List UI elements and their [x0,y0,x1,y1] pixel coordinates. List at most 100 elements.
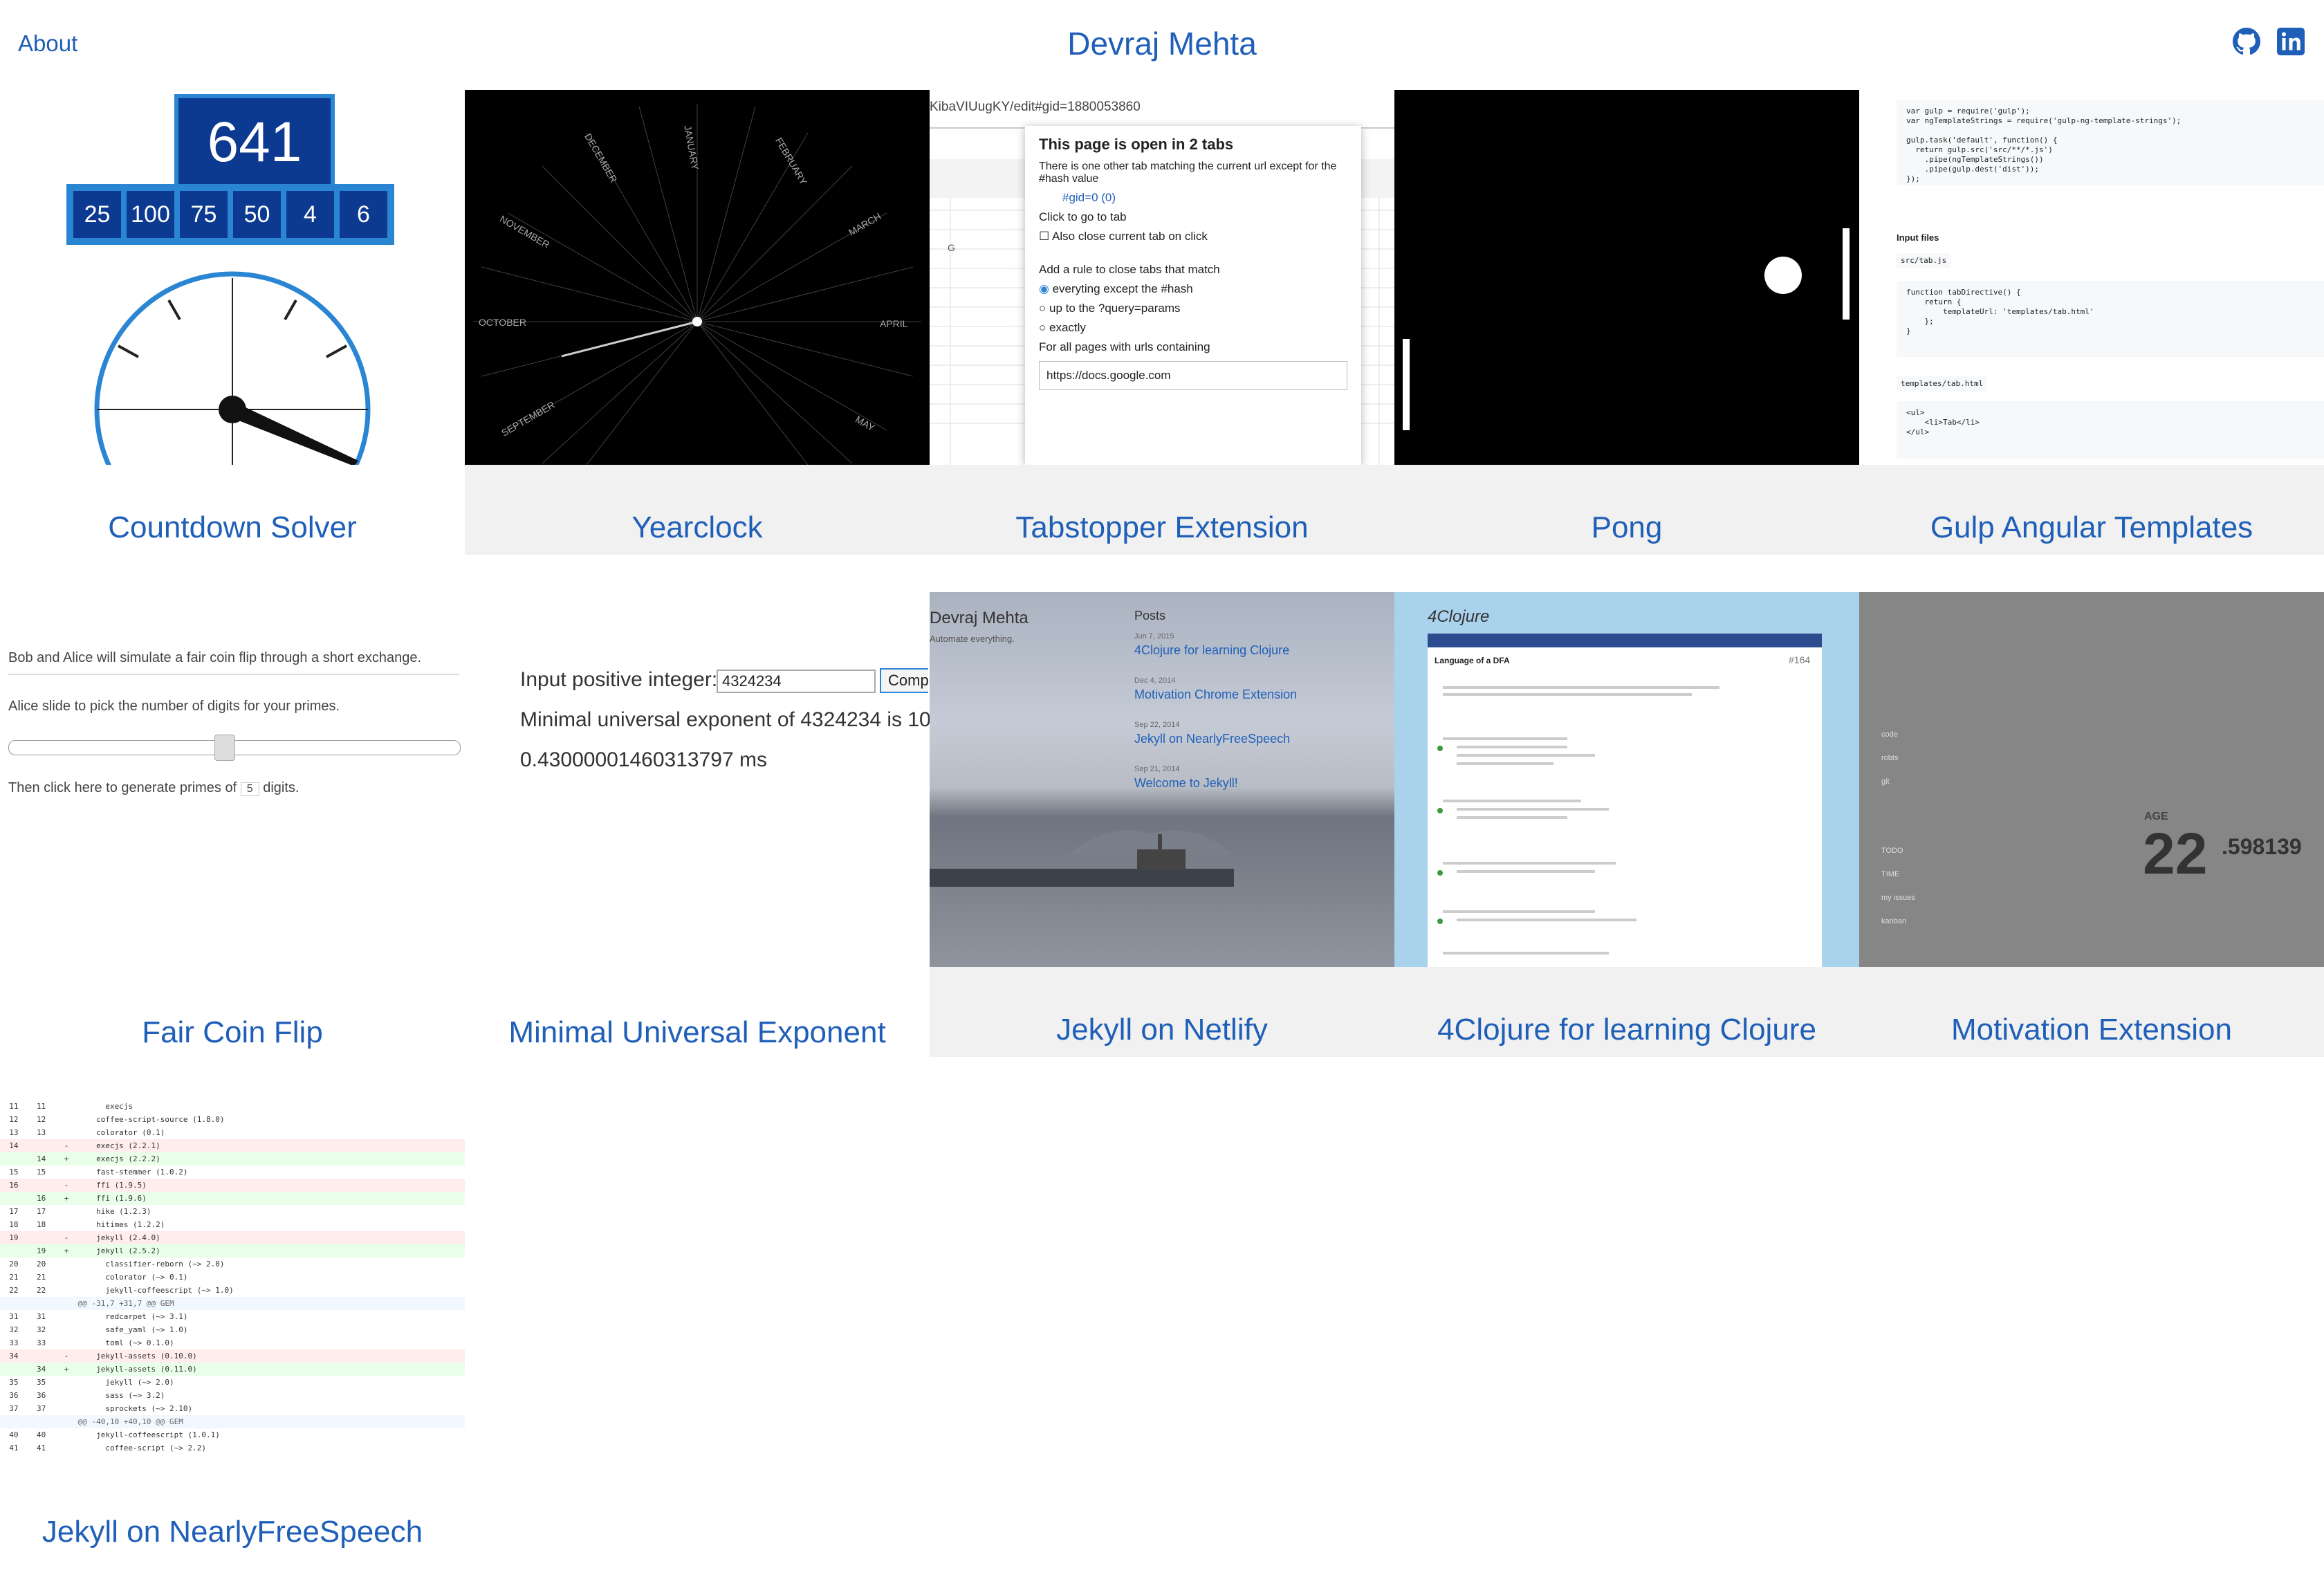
project-jekyll-on-nfs[interactable]: 11 11 execjs 12 12 coffee-script-source … [0,1094,465,1559]
diff-line: 20 20 classifier-reborn (~> 2.0) [0,1257,465,1271]
project-title[interactable]: 4Clojure for learning Clojure [1394,1013,1859,1047]
digits-value[interactable]: 5 [240,782,259,796]
diff-line: 41 41 coffee-script (~> 2.2) [0,1441,465,1455]
project-title[interactable]: Countdown Solver [0,510,465,545]
post-date: Jun 7, 2015 [1134,632,1174,640]
project-title[interactable]: Yearclock [465,510,930,545]
also-close-label: Also close current tab on click [1052,230,1208,243]
also-close-checkbox[interactable]: ☐ Also close current tab on click [1039,230,1347,243]
pong-game-icon [1403,228,1850,430]
clojure-screenshot: 4Clojure Language of a DFA #164 [1394,592,1859,967]
pong-screenshot [1394,90,1859,465]
project-title[interactable]: Jekyll on NearlyFreeSpeech [0,1515,465,1549]
bookmark-item: code [1881,730,1898,739]
countdown-number: 75 [180,191,228,238]
gulp-screenshot: var gulp = require('gulp'); var ngTempla… [1859,90,2324,465]
motivation-screenshot: code robts git TODO TIME my issues kanba… [1859,592,2324,967]
mue-time: 0.43000001460313797 ms [520,748,767,771]
post-date: Sep 21, 2014 [1134,765,1180,773]
bookmark-item: kanban [1881,917,1907,925]
diff-line: 37 37 sprockets (~> 2.10) [0,1402,465,1415]
integer-input[interactable]: 4324234 [717,670,876,693]
project-title[interactable]: Fair Coin Flip [0,1015,465,1050]
url-pattern-input[interactable]: https://docs.google.com [1039,361,1347,390]
diff-line: @@ -31,7 +31,7 @@ GEM [0,1297,465,1310]
radio-option[interactable]: ◉ everyting except the #hash [1039,282,1347,296]
diff-line: 17 17 hike (1.2.3) [0,1205,465,1218]
diff-line: 35 35 jekyll (~> 2.0) [0,1376,465,1389]
project-title[interactable]: Gulp Angular Templates [1859,510,2324,545]
diff-line: 36 36 sass (~> 3.2) [0,1389,465,1402]
project-title[interactable]: Tabstopper Extension [930,510,1394,545]
site-title: Devraj Mehta [1067,26,1257,62]
post-link[interactable]: 4Clojure for learning Clojure [1134,643,1289,658]
project-tabstopper[interactable]: KibaVIUugKY/edit#gid=1880053860 G This p… [930,90,1394,555]
diff-line: 31 31 redcarpet (~> 3.1) [0,1310,465,1323]
project-motivation-extension[interactable]: code robts git TODO TIME my issues kanba… [1859,592,2324,1057]
project-yearclock[interactable]: JANUARY FEBRUARY MARCH APRIL MAY SEPTEMB… [465,90,930,555]
tabstopper-popup: This page is open in 2 tabs There is one… [1025,126,1361,465]
mue-result: Minimal universal exponent of 4324234 is… [520,708,930,731]
posts-heading: Posts [1134,609,1166,623]
countdown-number: 4 [286,191,334,238]
compute-button[interactable]: Compute [880,668,928,693]
diff-line: 21 21 colorator (~> 0.1) [0,1271,465,1284]
tab-link[interactable]: #gid=0 (0) [1039,191,1347,205]
generate-text-end: digits. [263,780,299,795]
digits-slider-thumb[interactable] [214,735,235,761]
project-fair-coin-flip[interactable]: Fair Coin Flip [0,1015,465,1071]
project-gulp-angular-templates[interactable]: var gulp = require('gulp'); var ngTempla… [1859,90,2324,555]
linkedin-icon[interactable] [2277,28,2305,55]
yearclock-month-label: OCTOBER [479,317,526,328]
age-integer: 22 [2143,821,2208,886]
project-title[interactable]: Motivation Extension [1859,1013,2324,1047]
project-title[interactable]: Jekyll on Netlify [930,1013,1394,1047]
project-countdown-solver[interactable]: 641 25 100 75 50 4 6 Countdown Solver [0,90,465,555]
countdown-number: 100 [127,191,174,238]
project-title[interactable]: Pong [1394,510,1859,545]
diff-line: 40 40 jekyll-coffeescript (1.0.1) [0,1428,465,1441]
age-fraction: .598139 [2222,834,2302,859]
project-4clojure[interactable]: 4Clojure Language of a DFA #164 4Clojure… [1394,592,1859,1057]
mue-prompt: Input positive integer: [520,668,718,691]
diff-line: 32 32 safe_yaml (~> 1.0) [0,1323,465,1336]
post-link[interactable]: Welcome to Jekyll! [1134,776,1238,791]
diff-line: 18 18 hitimes (1.2.2) [0,1218,465,1231]
input-files-heading: Input files [1897,232,1939,243]
post-date: Sep 22, 2014 [1134,721,1180,729]
diff-line: 12 12 coffee-script-source (1.8.0) [0,1113,465,1126]
radio-label: exactly [1049,321,1086,334]
popup-heading: This page is open in 2 tabs [1039,136,1234,153]
code-block: var gulp = require('gulp'); var ngTempla… [1897,100,2324,185]
radio-option[interactable]: ○ up to the ?query=params [1039,302,1347,315]
post-link[interactable]: Jekyll on NearlyFreeSpeech [1134,732,1290,746]
rule-heading: Add a rule to close tabs that match [1039,263,1220,276]
divider [8,674,459,675]
code-block: <ul> <li>Tab</li> </ul> [1897,401,2324,459]
clock-face-icon [94,271,371,465]
diff-line: 14 + execjs (2.2.2) [0,1152,465,1165]
project-minimal-universal-exponent[interactable]: Minimal Universal Exponent [465,1015,930,1071]
diff-line: 19 + jekyll (2.5.2) [0,1244,465,1257]
faircoin-intro: Bob and Alice will simulate a fair coin … [8,650,422,665]
radio-label: up to the ?query=params [1049,302,1181,315]
github-icon[interactable] [2233,28,2260,55]
radio-option[interactable]: ○ exactly [1039,321,1347,335]
file-name: src/tab.js [1897,253,1951,268]
generate-text: Then click here to generate primes of [8,780,237,795]
project-pong[interactable]: Pong [1394,90,1859,555]
radio-label: everyting except the #hash [1052,282,1193,295]
project-jekyll-on-netlify[interactable]: Devraj Mehta Automate everything. Posts … [930,592,1394,1057]
faircoin-instructions: Alice slide to pick the number of digits… [8,699,340,714]
post-link[interactable]: Motivation Chrome Extension [1134,688,1297,702]
diff-line: 13 13 colorator (0.1) [0,1126,465,1139]
netlify-screenshot: Devraj Mehta Automate everything. Posts … [930,592,1394,967]
project-title[interactable]: Minimal Universal Exponent [465,1015,930,1050]
faircoin-generate: Then click here to generate primes of 5 … [8,780,299,796]
bookmark-item: TODO [1881,847,1903,855]
diff-line: 34 - jekyll-assets (0.10.0) [0,1349,465,1363]
countdown-number: 50 [233,191,281,238]
bookmark-item: robts [1881,754,1899,762]
diff-line: 19 - jekyll (2.4.0) [0,1231,465,1244]
diff-screenshot: 11 11 execjs 12 12 coffee-script-source … [0,1094,465,1469]
